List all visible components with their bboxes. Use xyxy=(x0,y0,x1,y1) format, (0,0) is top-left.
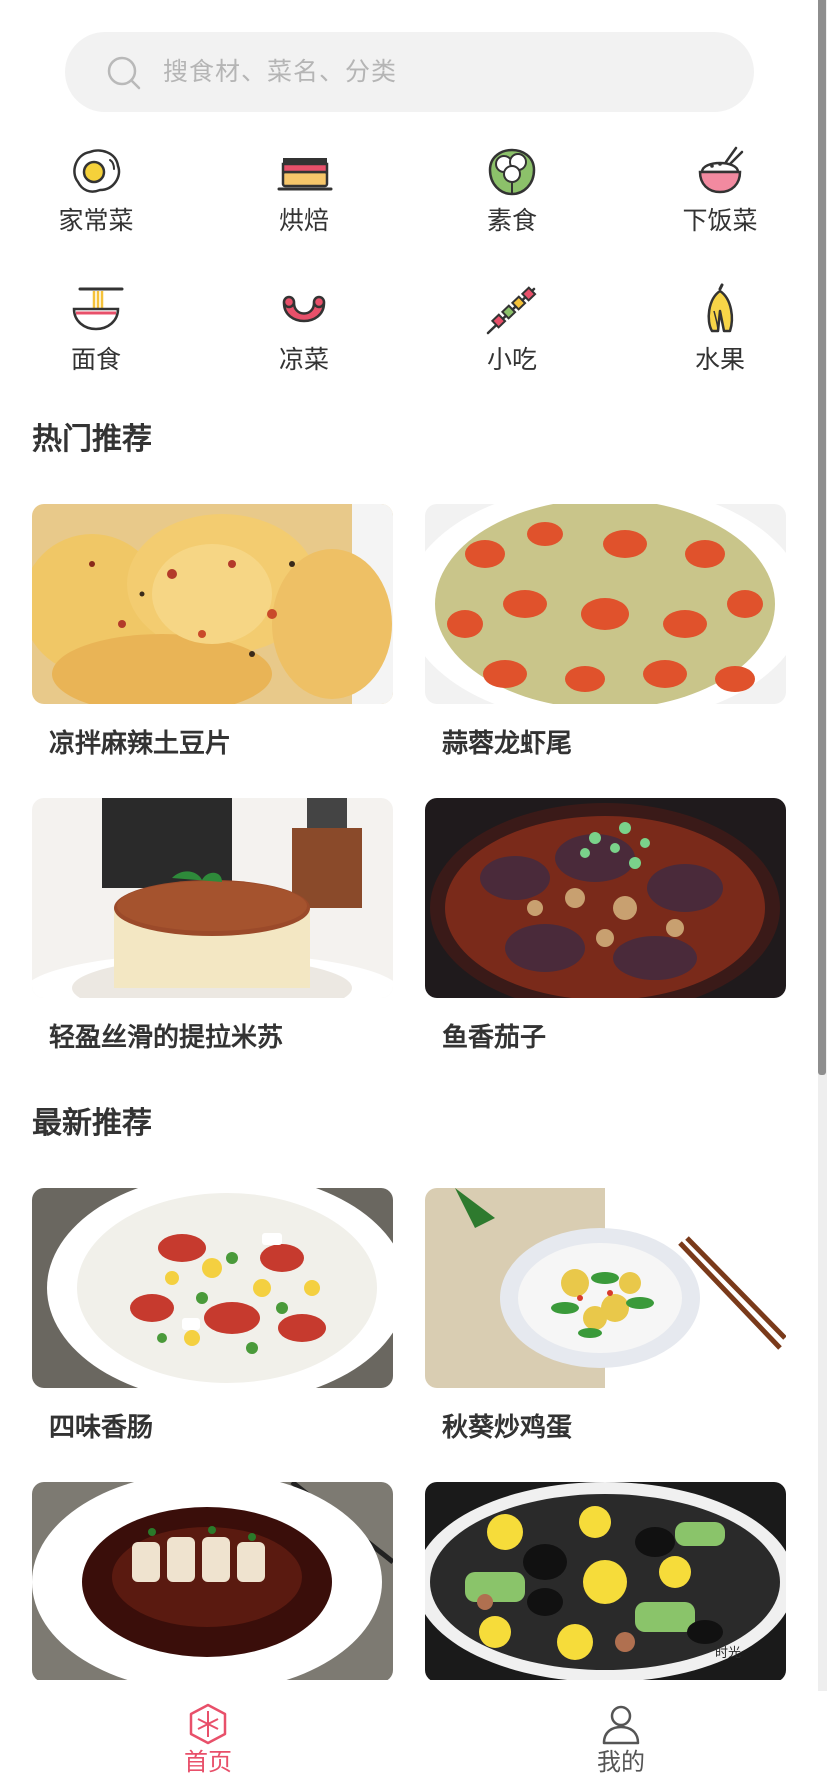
category-label: 凉菜 xyxy=(278,345,329,374)
recipe-image xyxy=(425,798,786,998)
category-label: 家常菜 xyxy=(58,206,134,235)
recipe-card[interactable]: 时光 xyxy=(425,1482,786,1680)
cake-slice-icon xyxy=(277,158,333,191)
nav-home[interactable]: 首页 xyxy=(148,1703,268,1777)
skewer-icon xyxy=(486,286,537,335)
photo-watermark: 时光 xyxy=(715,1646,741,1661)
recipe-card[interactable] xyxy=(32,1482,393,1680)
bottom-nav: 首页 我的 xyxy=(0,1680,816,1791)
rice-bowl-icon xyxy=(698,146,744,194)
recipe-title: 凉拌麻辣土豆片 xyxy=(49,729,232,759)
recipe-title: 蒜蓉龙虾尾 xyxy=(442,729,573,759)
section-title-latest: 最新推荐 xyxy=(32,1106,152,1141)
recipe-image xyxy=(32,504,393,704)
category-label: 水果 xyxy=(694,345,745,374)
user-icon xyxy=(602,1705,640,1745)
nav-home-label: 首页 xyxy=(184,1748,232,1776)
recipe-card[interactable]: 鱼香茄子 xyxy=(425,798,786,1053)
recipe-image: 时光 xyxy=(425,1482,786,1680)
category-xiafancai[interactable]: 下饭菜 xyxy=(645,142,795,252)
recipe-card[interactable]: 凉拌麻辣土豆片 xyxy=(32,504,393,759)
nav-mine-label: 我的 xyxy=(597,1748,645,1776)
cauliflower-icon xyxy=(488,148,536,196)
search-icon xyxy=(107,56,141,90)
category-mianshi[interactable]: 面食 xyxy=(21,281,171,391)
recipe-title: 鱼香茄子 xyxy=(442,1023,547,1053)
recipe-card[interactable]: 轻盈丝滑的提拉米苏 xyxy=(32,798,393,1053)
scroll-area[interactable]: 搜食材、菜名、分类 家常菜 烘焙 素食 下饭菜 面食 凉菜 小吃 水果 热门推荐… xyxy=(0,0,816,1680)
recipe-card[interactable]: 四味香肠 xyxy=(32,1188,393,1443)
recipe-title: 四味香肠 xyxy=(49,1413,154,1443)
recipe-image xyxy=(425,1188,786,1388)
scrollbar[interactable] xyxy=(818,0,827,1691)
category-label: 面食 xyxy=(70,345,121,374)
category-label: 下饭菜 xyxy=(682,206,758,235)
category-label: 小吃 xyxy=(486,345,537,374)
recipe-card[interactable]: 秋葵炒鸡蛋 xyxy=(425,1188,786,1443)
fried-egg-icon xyxy=(73,149,121,193)
category-label: 素食 xyxy=(486,206,537,235)
scrollbar-thumb[interactable] xyxy=(818,0,826,1075)
home-logo-icon xyxy=(189,1703,227,1745)
category-liangcai[interactable]: 凉菜 xyxy=(229,281,379,391)
noodle-bowl-icon xyxy=(72,287,124,331)
section-title-hot: 热门推荐 xyxy=(32,422,152,457)
recipe-card[interactable]: 蒜蓉龙虾尾 xyxy=(425,504,786,759)
category-label: 烘焙 xyxy=(278,206,329,235)
recipe-image xyxy=(32,1188,393,1388)
search-bar[interactable]: 搜食材、菜名、分类 xyxy=(65,32,754,112)
category-xiaochi[interactable]: 小吃 xyxy=(437,281,587,391)
nav-mine[interactable]: 我的 xyxy=(561,1703,681,1777)
recipe-image xyxy=(425,504,786,704)
recipe-title: 轻盈丝滑的提拉米苏 xyxy=(49,1023,284,1053)
category-jiachangcai[interactable]: 家常菜 xyxy=(21,142,171,252)
recipe-image xyxy=(32,798,393,998)
recipe-image xyxy=(32,1482,393,1680)
category-shuiguo[interactable]: 水果 xyxy=(645,281,795,391)
category-hongbei[interactable]: 烘焙 xyxy=(229,142,379,252)
recipe-title: 秋葵炒鸡蛋 xyxy=(442,1413,573,1443)
banana-icon xyxy=(707,283,734,333)
sausage-icon xyxy=(282,295,326,323)
search-input[interactable]: 搜食材、菜名、分类 xyxy=(163,54,397,90)
category-sushi[interactable]: 素食 xyxy=(437,142,587,252)
